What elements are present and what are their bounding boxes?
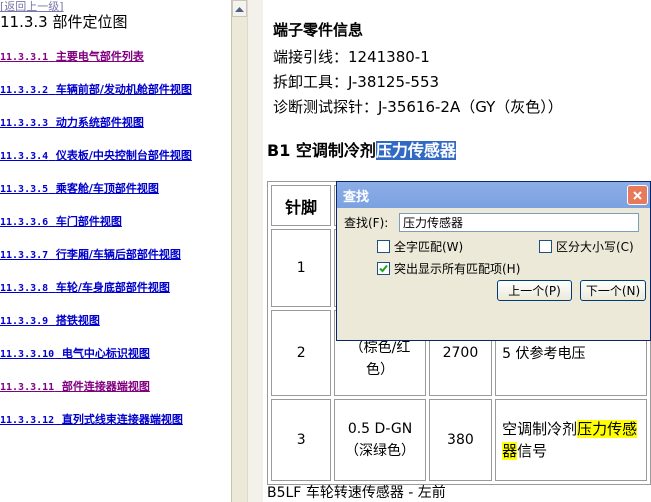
pane-splitter[interactable] [247,0,263,502]
nav-link-number: 11.3.3.4 [0,151,49,162]
section-heading: B1 空调制冷剂压力传感器 [267,141,456,161]
nav-link-number: 11.3.3.6 [0,217,49,228]
checkbox-box[interactable] [377,240,390,253]
chevron-up-icon [235,6,244,12]
nav-link[interactable]: 11.3.3.5 乘客舱/车顶部件视图 [0,182,159,197]
match-case-label: 区分大小写(C) [556,240,634,254]
pin-cell: 1 [271,229,332,307]
nav-link-text: 车轮/车身底部部件视图 [55,281,170,294]
nav-link[interactable]: 11.3.3.2 车辆前部/发动机舱部件视图 [0,83,192,98]
find-input[interactable] [399,213,639,232]
nav-link-number: 11.3.3.10 [0,349,55,360]
pin-cell: 2 [271,310,332,396]
navigation-pane: [返回上一级] 11.3.3 部件定位图 11.3.3.1 主要电气部件列表 11… [0,0,231,502]
nav-link-number: 11.3.3.3 [0,118,49,129]
pin-column-header: 针脚 [271,185,332,226]
function-cell: 空调制冷剂压力传感器信号 [495,399,647,481]
next-section-title: B5LF 车轮转速传感器 - 左前 [267,485,446,501]
nav-link-number: 11.3.3.8 [0,283,49,294]
whole-word-label: 全字匹配(W) [394,240,464,254]
nav-link-text: 部件连接器端视图 [61,380,150,393]
nav-link[interactable]: 11.3.3.1 主要电气部件列表 [0,50,144,65]
close-button[interactable] [627,185,648,205]
nav-link-number: 11.3.3.7 [0,250,49,261]
nav-link-text: 车门部件视图 [55,215,122,228]
nav-link-number: 11.3.3.5 [0,184,49,195]
wire-gauge: 0.5 D-GN [347,421,413,437]
nav-link-text: 主要电气部件列表 [55,50,144,63]
nav-link-text: 动力系统部件视图 [55,116,144,129]
terminal-heading: 端子零件信息 [273,21,364,39]
highlight-all-checkbox[interactable]: 突出显示所有匹配项(H) [377,260,520,277]
find-dialog-title: 查找 [343,189,370,205]
search-match-current: 压力传感器 [375,141,456,160]
nav-link[interactable]: 11.3.3.8 车轮/车身底部部件视图 [0,281,170,296]
nav-link[interactable]: 11.3.3.10 电气中心标识视图 [0,347,150,362]
checkmark-icon [379,264,388,273]
nav-link-text: 仪表板/中央控制台部件视图 [55,149,192,162]
match-case-checkbox[interactable]: 区分大小写(C) [539,238,634,255]
table-row: 3 0.5 D-GN （深绿色） 380 空调制冷剂压力传感器信号 [271,399,647,481]
nav-link[interactable]: 11.3.3.7 行李厢/车辆后部部件视图 [0,248,181,263]
search-match: 器 [502,442,518,460]
nav-link[interactable]: 11.3.3.4 仪表板/中央控制台部件视图 [0,149,192,164]
nav-link[interactable]: 11.3.3.6 车门部件视图 [0,215,122,230]
nav-scrollbar[interactable] [231,0,247,502]
scroll-up-button[interactable] [232,0,247,17]
nav-link[interactable]: 11.3.3.3 动力系统部件视图 [0,116,144,131]
nav-link-text: 乘客舱/车顶部件视图 [55,182,159,195]
nav-link-text: 电气中心标识视图 [61,347,150,360]
section-heading-prefix: B1 空调制冷剂 [267,141,376,160]
search-match: 压力传感 [577,420,638,438]
find-dialog-titlebar[interactable]: 查找 [337,182,650,208]
nav-link-text: 行李厢/车辆后部部件视图 [55,248,181,261]
find-label: 查找(F): [344,216,389,230]
wire-color: （棕色/红色） [349,340,411,378]
find-next-button[interactable]: 下一个(N) [580,280,646,301]
function-prefix: 空调制冷剂 [502,420,578,438]
close-icon [633,190,642,200]
pin-cell: 3 [271,399,332,481]
whole-word-checkbox[interactable]: 全字匹配(W) [377,238,463,255]
section-title: 11.3.3 部件定位图 [0,13,128,31]
nav-link-number: 11.3.3.1 [0,52,49,63]
wire-color: （深绿色） [345,443,416,459]
test-probe: 诊断测试探针：J-35616-2A（GY（灰色）） [273,98,563,116]
nav-link[interactable]: 11.3.3.12 直列式线束连接器端视图 [0,413,183,428]
nav-link-number: 11.3.3.11 [0,382,55,393]
circuit-cell: 380 [428,399,493,481]
nav-link-number: 11.3.3.9 [0,316,49,327]
function-suffix: 信号 [517,442,548,460]
back-link[interactable]: [返回上一级] [0,0,64,13]
checkbox-box[interactable] [539,240,552,253]
find-previous-button[interactable]: 上一个(P) [497,280,572,301]
highlight-all-label: 突出显示所有匹配项(H) [394,262,521,276]
nav-link-text: 车辆前部/发动机舱部件视图 [55,83,192,96]
nav-link[interactable]: 11.3.3.11 部件连接器端视图 [0,380,150,395]
nav-link-text: 搭铁视图 [55,314,100,327]
find-dialog: 查找 查找(F): 全字匹配(W) 区分大小写(C) 突出显示所有匹配项(H) … [336,181,651,341]
nav-link-number: 11.3.3.2 [0,85,49,96]
nav-link-text: 直列式线束连接器端视图 [61,413,183,426]
checkbox-box[interactable] [377,262,390,275]
nav-link-number: 11.3.3.12 [0,415,55,426]
terminal-lead: 端接引线：1241380-1 [273,48,430,66]
nav-link[interactable]: 11.3.3.9 搭铁视图 [0,314,100,329]
wire-color-cell: 0.5 D-GN （深绿色） [334,399,426,481]
removal-tool: 拆卸工具：J-38125-553 [273,73,440,91]
